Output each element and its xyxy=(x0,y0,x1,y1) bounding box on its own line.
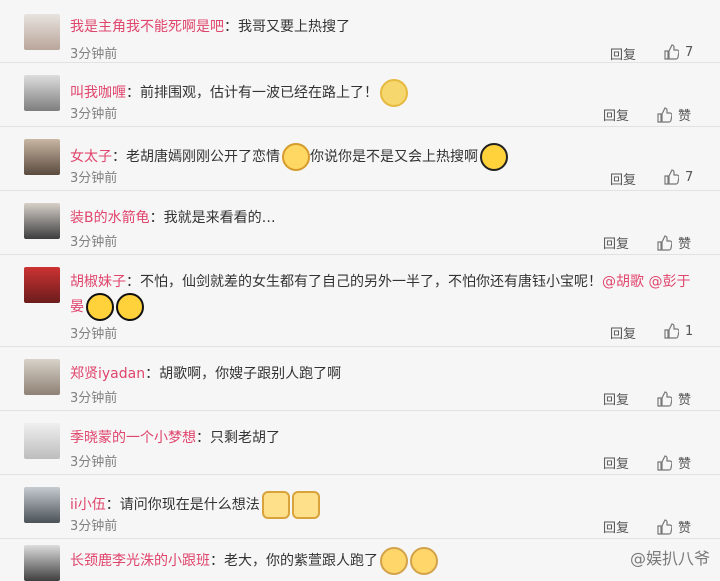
avatar[interactable] xyxy=(24,14,60,50)
username-link[interactable]: 胡椒妹子 xyxy=(70,274,126,290)
pray-emoji-icon xyxy=(380,79,408,107)
comment-time: 3分钟前 xyxy=(70,391,118,406)
comment-time: 3分钟前 xyxy=(70,171,118,186)
username-link[interactable]: 女太子 xyxy=(70,149,112,165)
grin-emoji-icon xyxy=(116,293,144,321)
avatar[interactable] xyxy=(24,203,60,239)
reply-button[interactable]: 回复 xyxy=(603,233,629,252)
like-count: 1 xyxy=(685,323,694,339)
comment-item: 郑贤iyadan：胡歌啊，你嫂子跟别人跑了啊 3分钟前 回复 赞 xyxy=(0,347,720,411)
comment-time: 3分钟前 xyxy=(70,327,118,342)
avatar[interactable] xyxy=(24,267,60,303)
comment-time: 3分钟前 xyxy=(70,519,118,534)
avatar[interactable] xyxy=(24,423,60,459)
thumbs-up-icon xyxy=(656,234,673,251)
comment-item: 女太子：老胡唐嫣刚刚公开了恋情 你说你是不是又会上热搜啊 3分钟前 回复 7 xyxy=(0,127,720,191)
avatar[interactable] xyxy=(24,75,60,111)
username-link[interactable]: 叫我咖喱 xyxy=(70,85,126,101)
comment-item: 我是主角我不能死啊是吧：我哥又要上热搜了 3分钟前 回复 7 xyxy=(0,0,720,63)
avatar[interactable] xyxy=(24,545,60,581)
thumbs-up-icon xyxy=(656,518,673,535)
reply-button[interactable]: 回复 xyxy=(610,169,636,188)
like-button[interactable]: 赞 xyxy=(656,389,691,408)
reply-button[interactable]: 回复 xyxy=(603,517,629,536)
like-button[interactable]: 7 xyxy=(663,169,693,185)
thumbs-up-icon xyxy=(656,390,673,407)
reply-button[interactable]: 回复 xyxy=(603,453,629,472)
comment-text: ：我就是来看看的… xyxy=(149,210,276,226)
thumbs-up-icon xyxy=(663,323,680,339)
comment-item: 长颈鹿李光洙的小跟班：老大，你的紫萱跟人跑了 xyxy=(0,539,720,581)
comment-text: ：老胡唐嫣刚刚公开了恋情 xyxy=(112,149,280,165)
comment-text: ：不怕，仙剑就差的女生都有了自己的另外一半了，不怕你还有唐钰小宝呢！ xyxy=(126,274,602,290)
thumbs-up-icon xyxy=(656,106,673,123)
like-count: 7 xyxy=(685,44,694,60)
reply-button[interactable]: 回复 xyxy=(610,323,636,342)
comment-text: ：前排围观，估计有一波已经在路上了！ xyxy=(126,85,378,101)
sad-emoji-icon xyxy=(410,547,438,575)
like-button[interactable]: 1 xyxy=(663,323,693,339)
laugh-emoji-icon xyxy=(480,143,508,171)
comment-text: ：我哥又要上热搜了 xyxy=(224,19,350,35)
reply-button[interactable]: 回复 xyxy=(603,389,629,408)
like-count: 赞 xyxy=(678,521,692,536)
watermark: @娱扒八爷 xyxy=(629,549,710,568)
cat-emoji-icon xyxy=(261,491,290,519)
comment-text-continued: 你说你是不是又会上热搜啊 xyxy=(310,149,478,165)
comment-time: 3分钟前 xyxy=(70,235,118,250)
comment-item: 季晓蒙的一个小梦想：只剩老胡了 3分钟前 回复 赞 xyxy=(0,411,720,475)
comment-time: 3分钟前 xyxy=(70,107,118,122)
comment-text: ：胡歌啊，你嫂子跟别人跑了啊 xyxy=(145,366,342,382)
username-link[interactable]: 长颈鹿李光洙的小跟班 xyxy=(70,553,210,569)
sad-emoji-icon xyxy=(380,547,408,575)
username-link[interactable]: 郑贤iyadan xyxy=(70,366,145,382)
comment-item: ii小伍：请问你现在是什么想法 3分钟前 回复 赞 xyxy=(0,475,720,539)
like-button[interactable]: 赞 xyxy=(656,517,691,536)
like-count: 赞 xyxy=(678,393,692,408)
comment-item: 装B的水箭龟：我就是来看看的… 3分钟前 回复 赞 xyxy=(0,191,720,255)
like-button[interactable]: 7 xyxy=(663,44,693,60)
thumbs-up-icon xyxy=(663,44,680,60)
comment-item: 胡椒妹子：不怕，仙剑就差的女生都有了自己的另外一半了，不怕你还有唐钰小宝呢！@胡… xyxy=(0,255,720,347)
like-button[interactable]: 赞 xyxy=(656,233,691,252)
like-count: 赞 xyxy=(678,109,692,124)
username-link[interactable]: 季晓蒙的一个小梦想 xyxy=(70,430,196,446)
like-button[interactable]: 赞 xyxy=(656,453,691,472)
like-count: 7 xyxy=(685,169,694,185)
comment-item: 叫我咖喱：前排围观，估计有一波已经在路上了！ 3分钟前 回复 赞 xyxy=(0,63,720,127)
cat-emoji-icon xyxy=(291,491,320,519)
reply-button[interactable]: 回复 xyxy=(610,44,636,63)
avatar[interactable] xyxy=(24,359,60,395)
avatar[interactable] xyxy=(24,487,60,523)
comment-text: ：请问你现在是什么想法 xyxy=(105,497,260,513)
username-link[interactable]: ii小伍 xyxy=(70,497,106,513)
comment-time: 3分钟前 xyxy=(70,455,118,470)
grin-emoji-icon xyxy=(86,293,114,321)
comment-time: 3分钟前 xyxy=(70,47,118,62)
like-count: 赞 xyxy=(678,457,692,472)
thumbs-up-icon xyxy=(663,169,680,185)
comment-text: ：只剩老胡了 xyxy=(196,430,280,446)
thumbs-up-icon xyxy=(656,454,673,471)
reply-button[interactable]: 回复 xyxy=(603,105,629,124)
comment-list: 我是主角我不能死啊是吧：我哥又要上热搜了 3分钟前 回复 7 叫我咖喱：前排围观… xyxy=(0,0,720,581)
username-link[interactable]: 我是主角我不能死啊是吧 xyxy=(70,19,224,35)
comment-text: ：老大，你的紫萱跟人跑了 xyxy=(210,553,378,569)
username-link[interactable]: 装B的水箭龟 xyxy=(70,210,150,226)
like-button[interactable]: 赞 xyxy=(656,105,691,124)
hug-emoji-icon xyxy=(282,143,310,171)
avatar[interactable] xyxy=(24,139,60,175)
like-count: 赞 xyxy=(678,237,692,252)
